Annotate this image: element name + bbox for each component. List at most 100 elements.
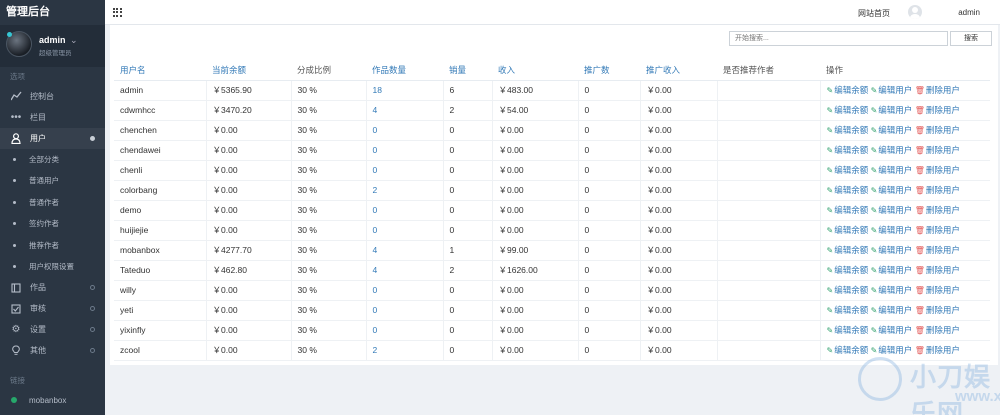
delete-user-button[interactable]: 🗑删除用户	[915, 225, 960, 235]
cell-works[interactable]: 4	[366, 100, 444, 121]
sidebar-item-label: 控制台	[30, 92, 54, 101]
edit-user-button[interactable]: ✎编辑用户	[871, 205, 913, 215]
delete-user-button[interactable]: 🗑删除用户	[915, 85, 960, 95]
edit-balance-button[interactable]: ✎编辑余额	[827, 225, 869, 235]
cell-works[interactable]: 0	[366, 200, 444, 221]
edit-balance-button[interactable]: ✎编辑余额	[827, 185, 869, 195]
cell-works[interactable]: 4	[366, 240, 444, 261]
sidebar-item-settings[interactable]: ⚙ 设置	[0, 319, 105, 340]
edit-user-button[interactable]: ✎编辑用户	[871, 225, 913, 235]
cell-income: ￥54.00	[492, 100, 579, 121]
cell-works[interactable]: 2	[366, 340, 444, 361]
cell-income: ￥0.00	[492, 320, 579, 341]
edit-icon: ✎	[870, 226, 878, 235]
col-sales[interactable]: 销量	[443, 60, 492, 81]
delete-user-button[interactable]: 🗑删除用户	[915, 345, 960, 355]
cell-works[interactable]: 0	[366, 300, 444, 321]
edit-balance-button[interactable]: ✎编辑余额	[827, 305, 869, 315]
table-row: mobanbox ￥4277.70 30 % 4 1 ￥99.00 0 ￥0.00 ✎编辑余额 …	[114, 240, 990, 261]
profile-name[interactable]: admin ⌄	[39, 35, 78, 46]
delete-user-button[interactable]: 🗑删除用户	[915, 185, 960, 195]
edit-balance-button[interactable]: ✎编辑余额	[827, 205, 869, 215]
search-button[interactable]: 搜索	[950, 31, 992, 46]
edit-user-button[interactable]: ✎编辑用户	[871, 305, 913, 315]
sidebar-item-columns[interactable]: ••• 栏目	[0, 107, 105, 128]
bullet-icon	[13, 222, 16, 226]
edit-balance-button[interactable]: ✎编辑余额	[827, 265, 869, 275]
user-avatar-icon[interactable]	[908, 5, 922, 19]
edit-icon: ✎	[870, 86, 878, 95]
delete-user-button[interactable]: 🗑删除用户	[915, 305, 960, 315]
cell-works[interactable]: 4	[366, 260, 444, 281]
delete-user-button[interactable]: 🗑删除用户	[915, 145, 960, 155]
edit-user-button[interactable]: ✎编辑用户	[871, 325, 913, 335]
sidebar-link-mobanbox[interactable]: mobanbox	[0, 390, 105, 411]
check-icon	[9, 298, 23, 319]
edit-user-button[interactable]: ✎编辑用户	[871, 285, 913, 295]
col-income[interactable]: 收入	[492, 60, 578, 81]
edit-balance-button[interactable]: ✎编辑余额	[827, 145, 869, 155]
sidebar-subitem-signed-authors[interactable]: 签约作者	[0, 213, 105, 235]
delete-user-button[interactable]: 🗑删除用户	[915, 285, 960, 295]
edit-balance-button[interactable]: ✎编辑余额	[827, 165, 869, 175]
edit-balance-button[interactable]: ✎编辑余额	[827, 105, 869, 115]
edit-icon: ✎	[870, 126, 878, 135]
col-balance[interactable]: 当前余额	[206, 60, 291, 81]
col-works[interactable]: 作品数量	[366, 60, 443, 81]
search-input[interactable]	[729, 31, 948, 46]
edit-user-button[interactable]: ✎编辑用户	[871, 345, 913, 355]
col-promo-count[interactable]: 推广数	[578, 60, 640, 81]
sidebar-item-users[interactable]: 用户	[0, 128, 105, 149]
cell-recommended	[717, 180, 821, 201]
cell-works[interactable]: 0	[366, 160, 444, 181]
edit-balance-button[interactable]: ✎编辑余额	[827, 85, 869, 95]
cell-promo-count: 0	[578, 100, 641, 121]
delete-user-button[interactable]: 🗑删除用户	[915, 125, 960, 135]
col-username[interactable]: 用户名	[114, 60, 206, 81]
cell-works[interactable]: 0	[366, 140, 444, 161]
header-username[interactable]: admin	[958, 8, 980, 17]
edit-user-button[interactable]: ✎编辑用户	[871, 105, 913, 115]
cell-actions: ✎编辑余额 ✎编辑用户 🗑删除用户	[820, 220, 990, 241]
edit-balance-button[interactable]: ✎编辑余额	[827, 285, 869, 295]
edit-balance-button[interactable]: ✎编辑余额	[827, 345, 869, 355]
sidebar-subitem-recommended-authors[interactable]: 推荐作者	[0, 234, 105, 256]
delete-user-button[interactable]: 🗑删除用户	[915, 245, 960, 255]
cell-works[interactable]: 18	[366, 80, 444, 101]
cell-username: demo	[114, 200, 207, 221]
edit-user-button[interactable]: ✎编辑用户	[871, 85, 913, 95]
site-home-link[interactable]: 网站首页	[858, 8, 890, 19]
edit-user-button[interactable]: ✎编辑用户	[871, 125, 913, 135]
delete-user-button[interactable]: 🗑删除用户	[915, 105, 960, 115]
edit-user-button[interactable]: ✎编辑用户	[871, 265, 913, 275]
edit-balance-button[interactable]: ✎编辑余额	[827, 325, 869, 335]
cell-sales: 0	[443, 160, 493, 181]
edit-user-button[interactable]: ✎编辑用户	[871, 245, 913, 255]
delete-user-button[interactable]: 🗑删除用户	[915, 205, 960, 215]
edit-user-button[interactable]: ✎编辑用户	[871, 185, 913, 195]
sidebar-subitem-permissions[interactable]: 用户权限设置	[0, 255, 105, 278]
edit-user-button[interactable]: ✎编辑用户	[871, 145, 913, 155]
edit-balance-button[interactable]: ✎编辑余额	[827, 125, 869, 135]
sidebar-item-review[interactable]: 审核	[0, 298, 105, 319]
edit-balance-button[interactable]: ✎编辑余额	[827, 245, 869, 255]
cell-works[interactable]: 0	[366, 220, 444, 241]
cell-works[interactable]: 0	[366, 120, 444, 141]
cell-works[interactable]: 0	[366, 280, 444, 301]
sidebar-item-other[interactable]: 其他	[0, 340, 105, 361]
expand-indicator-icon	[90, 285, 95, 291]
sidebar-subitem-regular-users[interactable]: 普通用户	[0, 170, 105, 192]
edit-user-button[interactable]: ✎编辑用户	[871, 165, 913, 175]
delete-user-button[interactable]: 🗑删除用户	[915, 325, 960, 335]
cell-works[interactable]: 0	[366, 320, 444, 341]
sidebar-item-dashboard[interactable]: 控制台	[0, 86, 105, 107]
profile-card[interactable]: admin ⌄ 超级管理员	[0, 25, 105, 67]
sidebar-subitem-regular-authors[interactable]: 普通作者	[0, 191, 105, 214]
cell-works[interactable]: 2	[366, 180, 444, 201]
delete-user-button[interactable]: 🗑删除用户	[915, 265, 960, 275]
sidebar-item-works[interactable]: 作品	[0, 277, 105, 298]
col-promo-income[interactable]: 推广收入	[640, 60, 717, 81]
delete-user-button[interactable]: 🗑删除用户	[915, 165, 960, 175]
apps-grid-icon[interactable]	[113, 8, 122, 17]
sidebar-subitem-all-categories[interactable]: 全部分类	[0, 149, 105, 171]
